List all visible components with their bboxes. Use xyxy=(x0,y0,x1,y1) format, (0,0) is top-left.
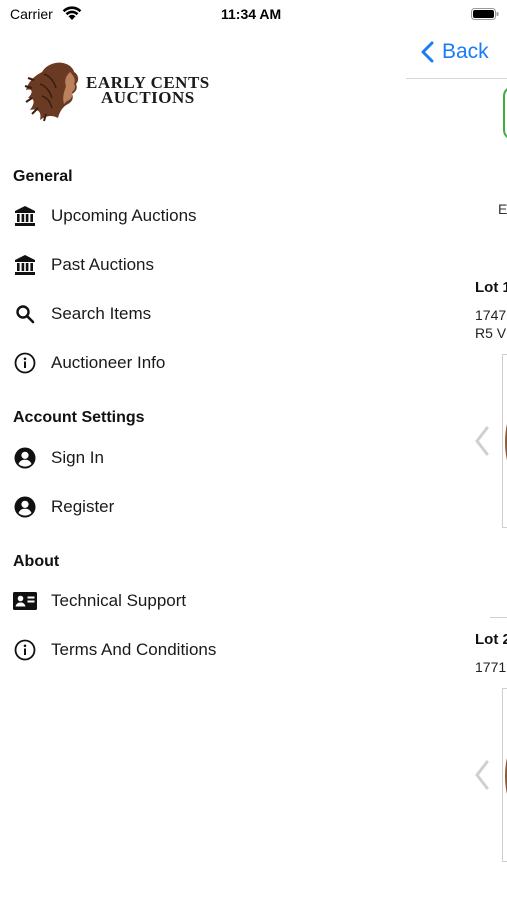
wifi-icon xyxy=(62,6,82,20)
menu-item-register[interactable]: Register xyxy=(0,485,406,529)
back-label: Back xyxy=(442,40,489,63)
menu-item-upcoming-auctions[interactable]: Upcoming Auctions xyxy=(0,194,406,238)
bank-icon xyxy=(13,253,37,277)
clock-time: 11:34 AM xyxy=(221,6,282,22)
account-circle-icon xyxy=(13,495,37,519)
truncated-text: E xyxy=(498,201,507,217)
menu-item-auctioneer-info[interactable]: Auctioneer Info xyxy=(0,341,406,385)
lot-description: 1771 xyxy=(475,659,507,675)
menu-item-label: Sign In xyxy=(51,448,104,467)
battery-icon xyxy=(471,8,499,20)
menu-item-technical-support[interactable]: Technical Support xyxy=(0,579,406,623)
lot-title: Lot 2 xyxy=(475,631,507,648)
menu-item-label: Register xyxy=(51,497,115,516)
section-header-general: General xyxy=(13,168,73,185)
menu-item-sign-in[interactable]: Sign In xyxy=(0,436,406,480)
menu-item-label: Auctioneer Info xyxy=(51,353,166,372)
account-circle-icon xyxy=(13,446,37,470)
bid-button[interactable] xyxy=(503,86,507,140)
lot-description: R5 V xyxy=(475,325,507,341)
back-button[interactable]: Back xyxy=(420,40,489,64)
menu-item-label: Terms And Conditions xyxy=(51,640,217,659)
status-bar: Carrier 11:34 AM xyxy=(0,0,507,28)
side-menu: EARLY CENTS AUCTIONS General Upcoming Au… xyxy=(0,28,406,900)
row-divider xyxy=(490,617,507,618)
logo-wordmark: EARLY CENTS AUCTIONS xyxy=(86,74,210,107)
menu-item-label: Search Items xyxy=(51,304,152,323)
logo-line: AUCTIONS xyxy=(101,88,195,107)
chevron-left-icon[interactable] xyxy=(474,426,490,456)
bank-icon xyxy=(13,204,37,228)
nav-divider xyxy=(406,78,507,79)
menu-item-label: Past Auctions xyxy=(51,255,155,274)
menu-item-label: Upcoming Auctions xyxy=(51,206,197,225)
info-icon xyxy=(13,638,37,662)
company-logo: EARLY CENTS AUCTIONS xyxy=(24,58,210,122)
carrier-label: Carrier xyxy=(10,6,53,22)
lot-list-page: Back E Lot 1 1747 R5 V Lot 2 1771 xyxy=(406,28,507,900)
contact-card-icon xyxy=(13,589,37,613)
app-screen: Carrier 11:34 AM Back E Lot 1 1747 R5 V xyxy=(0,0,507,900)
lot-title: Lot 1 xyxy=(475,279,507,296)
section-header-account-settings: Account Settings xyxy=(13,409,145,426)
chevron-left-icon xyxy=(421,41,434,63)
chevron-left-icon[interactable] xyxy=(474,760,490,790)
menu-item-past-auctions[interactable]: Past Auctions xyxy=(0,243,406,287)
menu-item-search-items[interactable]: Search Items xyxy=(0,292,406,336)
menu-item-label: Technical Support xyxy=(51,591,187,610)
menu-item-terms-and-conditions[interactable]: Terms And Conditions xyxy=(0,628,406,672)
liberty-head-icon xyxy=(24,62,79,122)
info-icon xyxy=(13,351,37,375)
lot-description: 1747 xyxy=(475,307,507,323)
section-header-about: About xyxy=(13,553,60,570)
search-icon xyxy=(13,302,37,326)
